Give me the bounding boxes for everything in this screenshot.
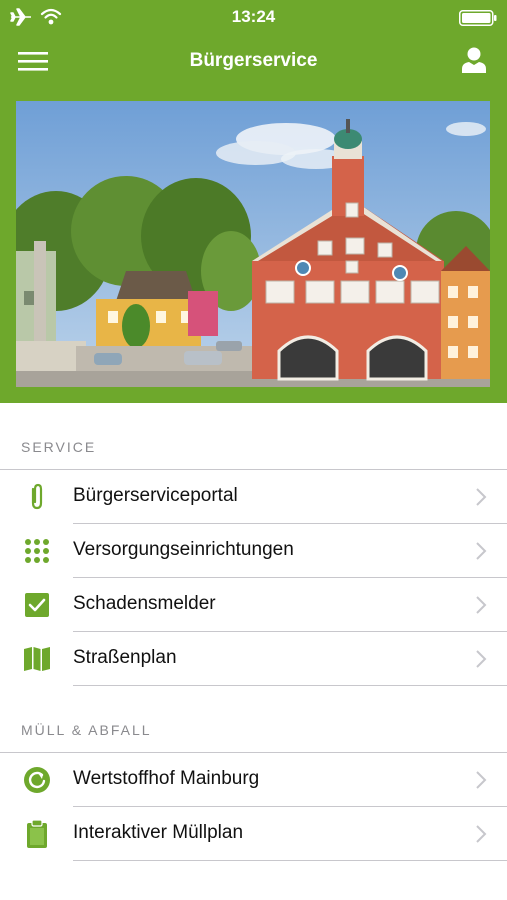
chevron-right-icon	[476, 825, 487, 843]
chevron-right-icon	[476, 771, 487, 789]
battery-icon	[459, 10, 497, 26]
status-bar: 13:24	[0, 0, 507, 36]
menu-item-label: Wertstoffhof Mainburg	[73, 768, 260, 789]
menu-item-label: Schadensmelder	[73, 593, 216, 614]
menu-item-label: Bürgerserviceportal	[73, 485, 238, 506]
menu-item-interaktiver-muellplan[interactable]: Interaktiver Müllplan	[0, 807, 507, 861]
menu-item-wertstoffhof[interactable]: Wertstoffhof Mainburg	[0, 753, 507, 807]
menu-item-versorgungseinrichtungen[interactable]: Versorgungseinrichtungen	[0, 524, 507, 578]
menu-item-schadensmelder[interactable]: Schadensmelder	[0, 578, 507, 632]
checkbox-icon	[25, 593, 49, 617]
section-title: SERVICE	[21, 439, 97, 455]
navigation-bar: Bürgerservice	[0, 36, 507, 86]
map-icon	[24, 647, 50, 671]
menu-list: SERVICE Bürgerserviceportal Versorgungse…	[0, 403, 507, 861]
grid-dots-icon	[25, 539, 49, 563]
menu-item-label: Versorgungseinrichtungen	[73, 539, 294, 560]
menu-item-buergerserviceportal[interactable]: Bürgerserviceportal	[0, 470, 507, 524]
clipboard-icon	[27, 820, 47, 848]
section-title: MÜLL & ABFALL	[21, 722, 152, 738]
paperclip-icon	[31, 483, 43, 510]
chevron-right-icon	[476, 542, 487, 560]
menu-item-strassenplan[interactable]: Straßenplan	[0, 632, 507, 686]
section-header-service: SERVICE	[0, 403, 507, 469]
section-header-muell-abfall: MÜLL & ABFALL	[0, 686, 507, 752]
town-hall-photo	[16, 101, 490, 387]
status-time: 13:24	[231, 7, 276, 26]
chevron-right-icon	[476, 650, 487, 668]
page-title: Bürgerservice	[189, 50, 318, 71]
menu-item-label: Straßenplan	[73, 647, 177, 668]
user-icon[interactable]	[461, 46, 487, 74]
menu-item-label: Interaktiver Müllplan	[73, 822, 244, 843]
divider	[73, 860, 507, 861]
chevron-right-icon	[476, 596, 487, 614]
recycle-icon	[24, 767, 50, 793]
chevron-right-icon	[476, 488, 487, 506]
